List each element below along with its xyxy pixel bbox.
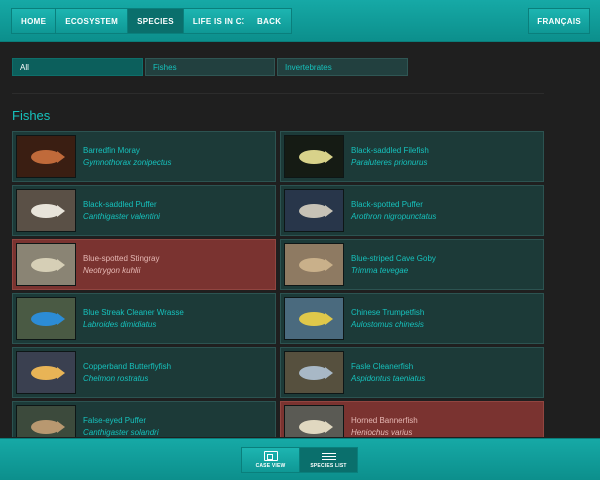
- species-text: Chinese Trumpetfish Aulostomus chinesis: [351, 308, 424, 329]
- species-latin-name: Gymnothorax zonipectus: [83, 158, 172, 167]
- species-thumbnail: [284, 405, 344, 437]
- species-text: Fasle Cleanerfish Aspidontus taeniatus: [351, 362, 425, 383]
- species-card[interactable]: Blue Streak Cleaner Wrasse Labroides dimi…: [12, 293, 276, 344]
- fish-tail-icon: [325, 313, 333, 325]
- species-text: Blue Streak Cleaner Wrasse Labroides dimi…: [83, 308, 184, 329]
- main-nav: HOME ECOSYSTEM SPECIES LIFE IS IN CRISIS: [11, 8, 275, 34]
- species-latin-name: Aspidontus taeniatus: [351, 374, 426, 383]
- species-common-name: Horned Bannerfish: [351, 416, 418, 425]
- fish-tail-icon: [57, 313, 65, 325]
- species-thumbnail: [16, 189, 76, 232]
- list-view-icon: [321, 451, 336, 461]
- species-text: Black-saddled Puffer Canthigaster valenti…: [83, 200, 160, 221]
- species-common-name: Black-spotted Puffer: [351, 200, 423, 209]
- fish-tail-icon: [57, 367, 65, 379]
- bottom-toolbar: CASE VIEW SPECIES LIST: [0, 438, 600, 480]
- species-text: Blue-spotted Stingray Neotrygon kuhlii: [83, 254, 160, 275]
- fish-tail-icon: [57, 421, 65, 433]
- species-card[interactable]: Barredfin Moray Gymnothorax zonipectus: [12, 131, 276, 182]
- species-thumbnail: [16, 351, 76, 394]
- species-common-name: Black-saddled Puffer: [83, 200, 157, 209]
- species-common-name: Blue-spotted Stingray: [83, 254, 160, 263]
- species-thumbnail: [16, 297, 76, 340]
- fish-tail-icon: [57, 151, 65, 163]
- species-thumbnail: [16, 405, 76, 437]
- species-list-label: SPECIES LIST: [310, 463, 347, 469]
- filter-all[interactable]: All: [12, 58, 143, 76]
- species-card[interactable]: Blue-striped Cave Goby Trimma tevegae: [280, 239, 544, 290]
- fish-tail-icon: [325, 421, 333, 433]
- species-thumbnail: [16, 243, 76, 286]
- view-switch: CASE VIEW SPECIES LIST: [241, 447, 358, 473]
- species-thumbnail: [284, 189, 344, 232]
- divider: [12, 93, 544, 94]
- species-common-name: False-eyed Puffer: [83, 416, 146, 425]
- filter-invertebrates[interactable]: Invertebrates: [277, 58, 408, 76]
- species-latin-name: Chelmon rostratus: [83, 374, 149, 383]
- species-text: Barredfin Moray Gymnothorax zonipectus: [83, 146, 172, 167]
- species-card[interactable]: Black-saddled Filefish Paraluteres prionu…: [280, 131, 544, 182]
- species-card[interactable]: Copperband Butterflyfish Chelmon rostratu…: [12, 347, 276, 398]
- species-thumbnail: [284, 135, 344, 178]
- filter-fishes[interactable]: Fishes: [145, 58, 275, 76]
- species-latin-name: Canthigaster valentini: [83, 212, 160, 221]
- species-list: Barredfin Moray Gymnothorax zonipectus Bla…: [12, 131, 544, 437]
- fish-tail-icon: [57, 205, 65, 217]
- species-text: Copperband Butterflyfish Chelmon rostratu…: [83, 362, 171, 383]
- species-card[interactable]: Chinese Trumpetfish Aulostomus chinesis: [280, 293, 544, 344]
- species-card[interactable]: Blue-spotted Stingray Neotrygon kuhlii: [12, 239, 276, 290]
- species-common-name: Copperband Butterflyfish: [83, 362, 172, 371]
- species-latin-name: Trimma tevegae: [351, 266, 409, 275]
- top-navigation-bar: HOME ECOSYSTEM SPECIES LIFE IS IN CRISIS…: [0, 0, 600, 42]
- species-card[interactable]: Black-spotted Puffer Arothron nigropuncta…: [280, 185, 544, 236]
- species-common-name: Blue-striped Cave Goby: [351, 254, 436, 263]
- nav-ecosystem[interactable]: ECOSYSTEM: [55, 8, 129, 34]
- species-latin-name: Labroides dimidiatus: [83, 320, 157, 329]
- species-common-name: Barredfin Moray: [83, 146, 140, 155]
- species-latin-name: Aulostomus chinesis: [351, 320, 424, 329]
- section-title: Fishes: [12, 108, 51, 123]
- species-card[interactable]: Fasle Cleanerfish Aspidontus taeniatus: [280, 347, 544, 398]
- species-thumbnail: [16, 135, 76, 178]
- species-list-button[interactable]: SPECIES LIST: [299, 447, 358, 473]
- species-text: Horned Bannerfish Heniochus varius: [351, 416, 418, 437]
- species-common-name: Blue Streak Cleaner Wrasse: [83, 308, 184, 317]
- case-view-label: CASE VIEW: [255, 463, 286, 469]
- species-common-name: Fasle Cleanerfish: [351, 362, 414, 371]
- case-view-button[interactable]: CASE VIEW: [241, 447, 300, 473]
- species-thumbnail: [284, 243, 344, 286]
- species-latin-name: Neotrygon kuhlii: [83, 266, 141, 275]
- species-text: Black-spotted Puffer Arothron nigropuncta…: [351, 200, 436, 221]
- nav-home[interactable]: HOME: [11, 8, 57, 34]
- species-latin-name: Heniochus varius: [351, 428, 413, 437]
- species-common-name: Chinese Trumpetfish: [351, 308, 425, 317]
- fish-tail-icon: [57, 259, 65, 271]
- species-text: Blue-striped Cave Goby Trimma tevegae: [351, 254, 436, 275]
- species-latin-name: Arothron nigropunctatus: [351, 212, 437, 221]
- species-thumbnail: [284, 297, 344, 340]
- fish-tail-icon: [325, 259, 333, 271]
- species-card[interactable]: False-eyed Puffer Canthigaster solandri: [12, 401, 276, 437]
- back-button[interactable]: BACK: [242, 8, 293, 34]
- species-card[interactable]: Black-saddled Puffer Canthigaster valenti…: [12, 185, 276, 236]
- species-text: False-eyed Puffer Canthigaster solandri: [83, 416, 159, 437]
- species-card[interactable]: Horned Bannerfish Heniochus varius: [280, 401, 544, 437]
- category-filter-tabs: All Fishes Invertebrates: [12, 58, 410, 76]
- language-button[interactable]: FRANÇAIS: [528, 8, 590, 34]
- case-view-icon: [263, 451, 278, 461]
- fish-tail-icon: [325, 367, 333, 379]
- species-common-name: Black-saddled Filefish: [351, 146, 429, 155]
- fish-tail-icon: [325, 151, 333, 163]
- species-latin-name: Canthigaster solandri: [83, 428, 159, 437]
- species-latin-name: Paraluteres prionurus: [351, 158, 428, 167]
- nav-species[interactable]: SPECIES: [127, 8, 184, 34]
- fish-tail-icon: [325, 205, 333, 217]
- species-thumbnail: [284, 351, 344, 394]
- species-text: Black-saddled Filefish Paraluteres prionu…: [351, 146, 429, 167]
